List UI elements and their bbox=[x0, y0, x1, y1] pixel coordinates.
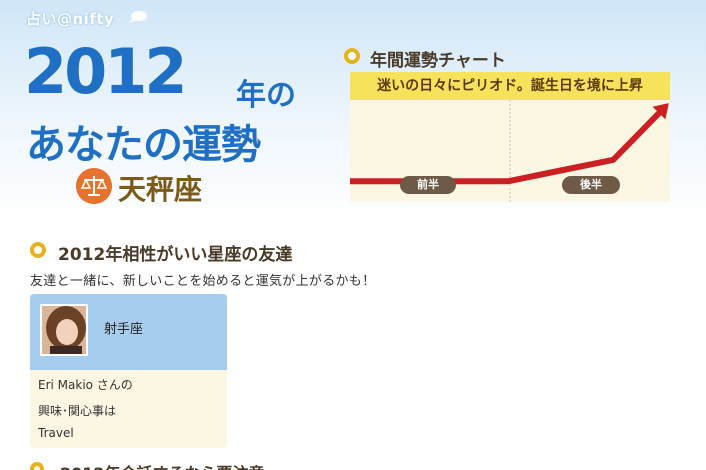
fortune-page: 占い@nifty 2012 年の あなたの運勢 天秤座 年間運勢チャート 迷いの… bbox=[0, 0, 706, 470]
avatar[interactable] bbox=[40, 304, 88, 356]
friend-card[interactable]: 射手座 Eri Makio さんの 興味･関心事は Travel bbox=[30, 294, 227, 448]
year-suffix: 年の bbox=[236, 78, 296, 113]
friend-section-title: 2012年相性がいい星座の友達 bbox=[58, 245, 293, 265]
friend-sign: 射手座 bbox=[104, 322, 144, 337]
chart-label-second-half: 後半 bbox=[562, 176, 620, 194]
speech-bubble-icon bbox=[129, 11, 147, 23]
fortune-line bbox=[350, 103, 669, 185]
friend-card-header: 射手座 bbox=[30, 294, 227, 370]
friend-card-body: Eri Makio さんの 興味･関心事は Travel bbox=[30, 370, 227, 448]
interest-value: Travel bbox=[38, 426, 74, 440]
yearly-fortune-chart: 迷いの日々にピリオド。誕生日を境に上昇 前半 後半 bbox=[350, 72, 670, 202]
friend-name[interactable]: Eri Makio さんの bbox=[38, 376, 133, 393]
zodiac-sign-name: 天秤座 bbox=[118, 173, 203, 206]
chart-section-title: 年間運勢チャート bbox=[370, 51, 506, 71]
brand-logo[interactable]: 占い@nifty bbox=[26, 8, 114, 29]
page-title: あなたの運勢 bbox=[26, 122, 261, 168]
chart-label-first-half: 前半 bbox=[400, 176, 456, 194]
chart-plot bbox=[350, 100, 669, 202]
interest-label: 興味･関心事は bbox=[38, 404, 117, 418]
year-number: 2012 bbox=[24, 35, 188, 108]
chart-banner: 迷いの日々にピリオド。誕生日を境に上昇 bbox=[350, 72, 670, 100]
avatar-photo bbox=[42, 306, 86, 354]
friend-description: 友達と一緒に、新しいことを始めると運気が上がるかも！ bbox=[30, 274, 376, 289]
libra-icon bbox=[76, 168, 112, 204]
section-bullet-icon bbox=[344, 48, 360, 64]
section-bullet-icon bbox=[30, 462, 44, 470]
section-bullet-icon bbox=[30, 242, 46, 258]
next-section-title: 2012年会話するなら要注意 bbox=[60, 460, 265, 470]
